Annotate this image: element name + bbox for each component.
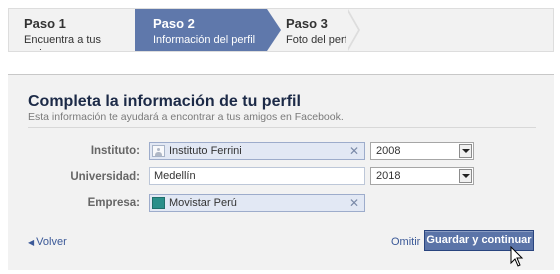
separator-dot: · bbox=[416, 235, 420, 246]
divider bbox=[28, 127, 536, 128]
step-1: Paso 1 Encuentra a tus amigos bbox=[9, 9, 135, 51]
step-1-title: Paso 1 bbox=[24, 16, 66, 31]
school-label: Instituto: bbox=[90, 145, 140, 157]
school-value: Instituto Ferrini bbox=[169, 145, 242, 157]
company-token-field[interactable]: Movistar Perú ✕ bbox=[149, 194, 365, 212]
university-value: Medellín bbox=[154, 170, 196, 182]
person-silhouette-icon bbox=[152, 145, 165, 157]
company-logo-icon bbox=[152, 197, 165, 209]
mouse-pointer-icon bbox=[510, 246, 524, 267]
university-year-value: 2018 bbox=[376, 170, 401, 182]
close-icon[interactable]: ✕ bbox=[349, 144, 359, 158]
company-value: Movistar Perú bbox=[169, 197, 237, 209]
company-label: Empresa: bbox=[87, 197, 140, 209]
school-token-field[interactable]: Instituto Ferrini ✕ bbox=[149, 142, 365, 160]
left-triangle-icon: ◀ bbox=[28, 238, 35, 247]
chevron-down-icon[interactable] bbox=[459, 169, 472, 183]
university-input[interactable]: Medellín bbox=[149, 167, 365, 185]
step-1-subtitle: Encuentra a tus amigos bbox=[24, 34, 102, 51]
page-title: Completa la información de tu perfil bbox=[28, 93, 301, 110]
university-year-select[interactable]: 2018 bbox=[370, 167, 474, 185]
school-year-value: 2008 bbox=[376, 145, 401, 157]
profile-info-panel: Completa la información de tu perfil Est… bbox=[8, 74, 554, 270]
university-label: Universidad: bbox=[70, 171, 140, 183]
step-2-title: Paso 2 bbox=[153, 16, 195, 31]
school-year-select[interactable]: 2008 bbox=[370, 142, 474, 160]
back-link-label: Volver bbox=[36, 236, 67, 248]
page-subtitle: Esta información te ayudará a encontrar … bbox=[28, 111, 344, 123]
step-2-active: Paso 2 Información del perfil bbox=[135, 9, 267, 51]
close-icon[interactable]: ✕ bbox=[349, 196, 359, 210]
back-link[interactable]: ◀ Volver bbox=[28, 236, 67, 248]
chevron-down-icon[interactable] bbox=[459, 144, 472, 158]
step-separator-inner bbox=[346, 9, 358, 51]
step-progress-bar: Paso 1 Encuentra a tus amigos Paso 2 Inf… bbox=[8, 8, 554, 52]
step-2-subtitle: Información del perfil bbox=[153, 34, 256, 46]
